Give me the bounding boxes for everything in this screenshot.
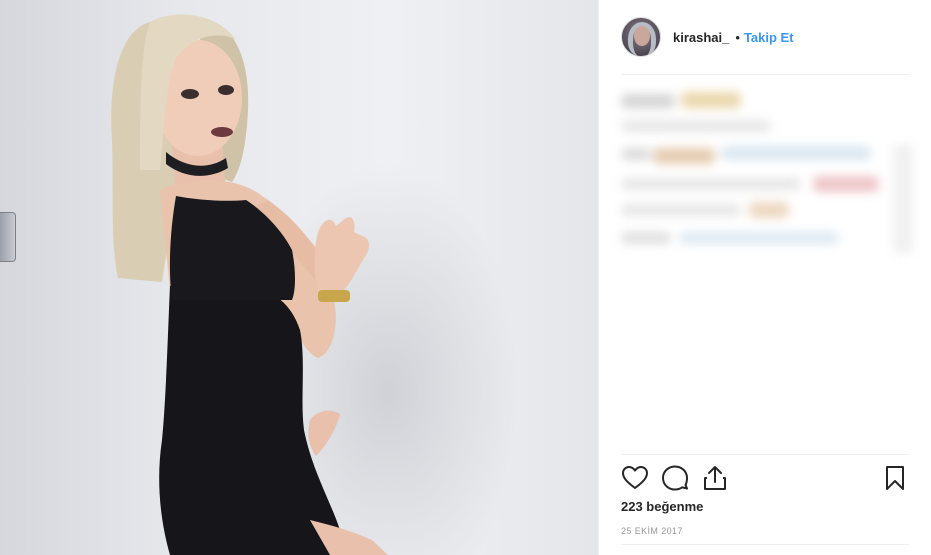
post-photo[interactable] [0,0,598,555]
bookmark-icon[interactable] [881,464,909,492]
actions-divider [621,454,909,455]
username-link[interactable]: kirashai_ [673,30,729,45]
comment-bubble-icon[interactable] [661,464,689,492]
post-header: kirashai_ • Takip Et [621,16,794,58]
post-date[interactable]: 25 EKİM 2017 [621,526,683,536]
heart-icon[interactable] [621,464,649,492]
likes-count[interactable]: 223 beğenme [621,499,703,514]
avatar[interactable] [621,17,661,57]
header-separator: • [735,29,740,45]
post-side-panel: kirashai_ • Takip Et 223 beğenme 25 EKİM… [598,0,931,555]
follow-button[interactable]: Takip Et [744,30,794,45]
post-actions [621,462,909,494]
footer-divider [621,544,909,545]
share-upload-icon[interactable] [701,464,729,492]
person-figure [111,14,388,555]
blurred-comments [617,82,917,262]
header-divider [621,74,909,75]
